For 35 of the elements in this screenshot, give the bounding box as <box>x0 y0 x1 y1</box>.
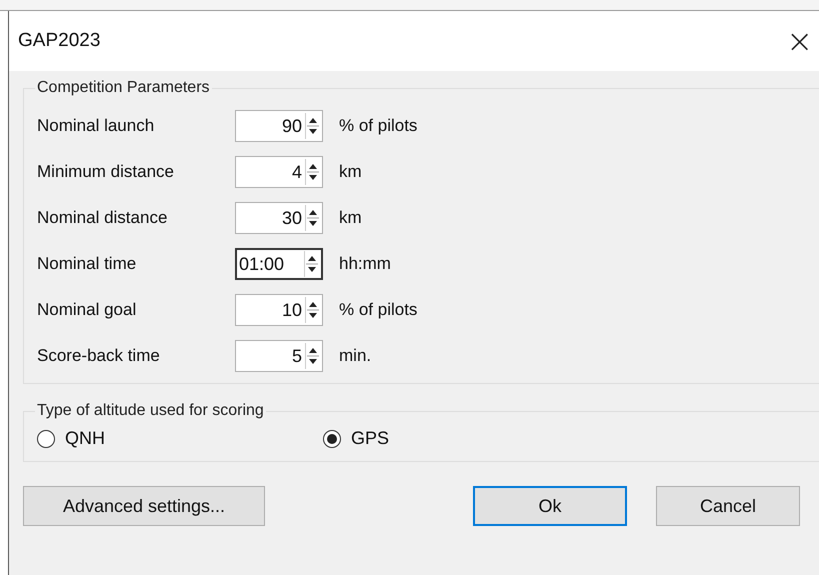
field-label: Nominal time <box>37 254 138 274</box>
group-title: Competition Parameters <box>36 79 211 97</box>
field-label: Minimum distance <box>37 162 175 182</box>
unit-label: hh:mm <box>339 254 391 274</box>
spin-field[interactable]: 01:00 <box>235 248 323 280</box>
spin-arrows-icon[interactable] <box>304 251 319 277</box>
radio-button[interactable] <box>323 430 341 448</box>
dialog-button[interactable]: Advanced settings... <box>23 486 265 526</box>
spin-field[interactable]: 10 <box>235 294 323 326</box>
spin-field[interactable]: 5 <box>235 340 323 372</box>
field-label: Nominal goal <box>37 300 138 320</box>
spin-arrows-icon[interactable] <box>305 159 320 185</box>
spin-field[interactable]: 4 <box>235 156 323 188</box>
unit-label: % of pilots <box>339 300 418 320</box>
spin-arrows-icon[interactable] <box>305 205 320 231</box>
radio-button[interactable] <box>37 430 55 448</box>
spin-field[interactable]: 90 <box>235 110 323 142</box>
radio-option[interactable]: GPS <box>323 428 609 449</box>
spin-arrows-icon[interactable] <box>305 113 320 139</box>
spin-field[interactable]: 30 <box>235 202 323 234</box>
close-button[interactable]: × <box>780 25 819 57</box>
unit-label: km <box>339 162 362 182</box>
dialog-button[interactable]: Cancel <box>656 486 800 526</box>
unit-label: min. <box>339 346 372 366</box>
field-label: Nominal launch <box>37 116 156 136</box>
field-label: Nominal distance <box>37 208 168 228</box>
dialog-button[interactable]: Ok <box>473 486 627 526</box>
group-title: Type of altitude used for scoring <box>36 402 265 420</box>
unit-label: km <box>339 208 362 228</box>
radio-option[interactable]: QNH <box>37 428 323 449</box>
field-label: Score-back time <box>37 346 161 366</box>
spin-arrows-icon[interactable] <box>305 343 320 369</box>
window-title: GAP2023 <box>18 30 100 52</box>
spin-arrows-icon[interactable] <box>305 297 320 323</box>
unit-label: % of pilots <box>339 116 418 136</box>
